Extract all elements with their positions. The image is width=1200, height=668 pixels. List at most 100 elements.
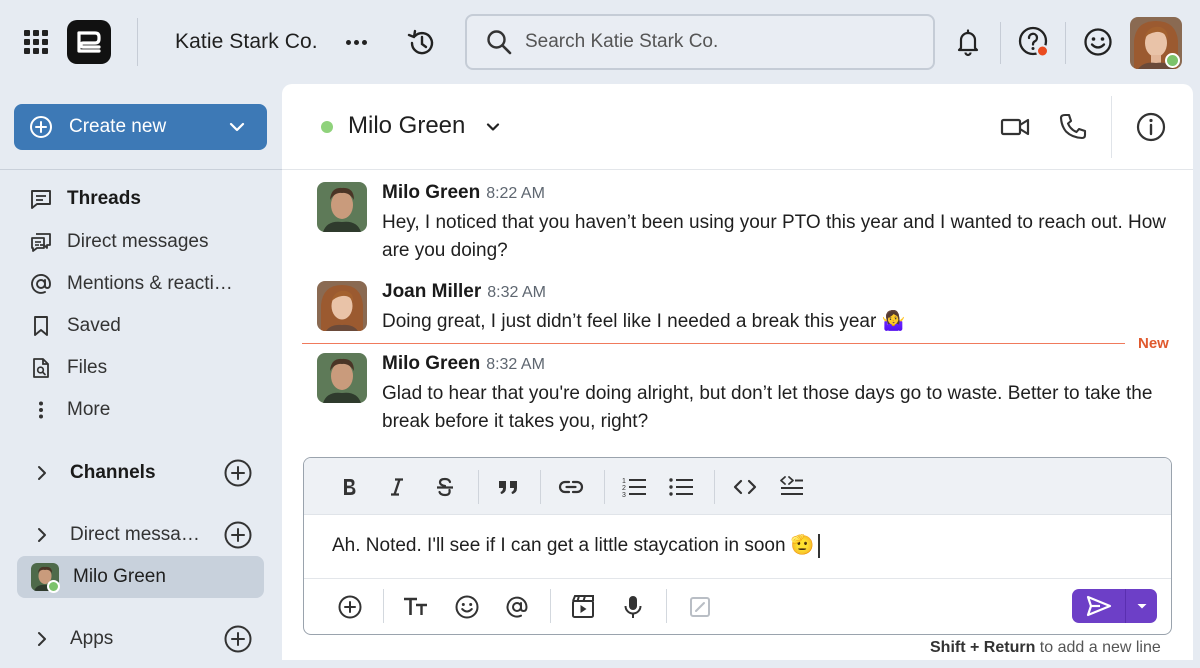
text-format-icon[interactable]: [401, 592, 431, 622]
divider: [1065, 22, 1066, 64]
attach-plus-icon[interactable]: [335, 592, 365, 622]
sidebar-item-label: Saved: [67, 315, 121, 336]
send-button[interactable]: [1072, 589, 1157, 623]
message-author[interactable]: Joan Miller 8:32 AM: [382, 281, 546, 303]
toolbar-separator: [478, 470, 479, 504]
toolbar-separator: [714, 470, 715, 504]
sidebar-section-channels: Channels: [28, 456, 268, 490]
new-messages-divider: [302, 343, 1125, 344]
sidebar-item-mentions[interactable]: Mentions & reacti…: [28, 267, 268, 301]
message-author[interactable]: Milo Green 8:22 AM: [382, 182, 545, 204]
phone-icon[interactable]: [1056, 110, 1090, 144]
message-input[interactable]: Ah. Noted. I'll see if I can get a littl…: [332, 533, 820, 558]
message-timestamp: 8:32 AM: [486, 356, 545, 373]
direct-messages-section-label[interactable]: Direct messag…: [70, 524, 210, 546]
bold-icon[interactable]: [334, 472, 364, 502]
quote-icon[interactable]: [493, 472, 523, 502]
toolbar-separator: [383, 589, 384, 623]
workspace-more-icon[interactable]: [342, 28, 370, 56]
app-grid-icon[interactable]: [22, 28, 50, 56]
chevron-down-icon: [229, 122, 245, 132]
svg-text:2: 2: [622, 485, 626, 492]
user-status-dot: [1165, 53, 1180, 68]
new-messages-label: New: [1138, 335, 1169, 352]
help-icon[interactable]: [1016, 24, 1052, 60]
divider: [1111, 96, 1112, 158]
message-timestamp: 8:22 AM: [486, 185, 545, 202]
chat-panel: Milo Green Milo Green8:22 AM Hey, I not: [282, 84, 1193, 660]
message-timestamp: 8:32 AM: [487, 284, 546, 301]
formatting-toolbar: 123: [304, 458, 1171, 515]
workspace-name[interactable]: Katie Stark Co.: [175, 30, 318, 54]
link-icon[interactable]: [556, 472, 586, 502]
bullet-list-icon[interactable]: [666, 472, 696, 502]
sidebar-item-files[interactable]: Files: [28, 351, 268, 385]
info-icon[interactable]: [1134, 110, 1168, 144]
online-status-dot: [47, 580, 60, 593]
bookmark-icon: [28, 313, 54, 339]
toolbar-separator: [604, 470, 605, 504]
chat-title[interactable]: Milo Green: [348, 112, 465, 140]
avatar[interactable]: [317, 182, 367, 232]
add-app-icon[interactable]: [223, 624, 253, 654]
bell-icon[interactable]: [952, 26, 984, 58]
at-icon: [28, 271, 54, 297]
chevron-right-icon[interactable]: [28, 459, 56, 487]
message-text: Hey, I noticed that you haven’t been usi…: [382, 212, 1167, 261]
search-bar[interactable]: [465, 14, 935, 70]
toolbar-separator: [550, 589, 551, 623]
numbered-list-icon[interactable]: 123: [619, 472, 649, 502]
channels-label[interactable]: Channels: [70, 462, 156, 484]
add-channel-icon[interactable]: [223, 458, 253, 488]
send-icon[interactable]: [1072, 589, 1126, 623]
send-options-chevron-icon[interactable]: [1126, 589, 1157, 623]
search-input[interactable]: [525, 31, 905, 53]
toolbar-separator: [540, 470, 541, 504]
sidebar-item-label: Threads: [67, 188, 141, 209]
sidebar-divider: [0, 169, 282, 170]
sidebar-item-direct-messages[interactable]: Direct messages: [28, 225, 268, 259]
history-icon[interactable]: [404, 26, 438, 60]
italic-icon[interactable]: [382, 472, 412, 502]
svg-text:3: 3: [622, 492, 626, 499]
online-status-dot: [321, 121, 333, 133]
add-direct-message-icon[interactable]: [223, 520, 253, 550]
emoji-icon[interactable]: [452, 592, 482, 622]
direct-messages-icon: [28, 229, 54, 255]
avatar[interactable]: [317, 353, 367, 403]
create-new-button[interactable]: Create new: [14, 104, 267, 150]
message-item: Joan Miller 8:32 AM Doing great, I just d…: [317, 281, 1177, 337]
search-icon: [487, 30, 512, 55]
sidebar-item-label: More: [67, 399, 111, 420]
chevron-down-icon[interactable]: [483, 117, 503, 137]
sidebar-dm-milo-green[interactable]: Milo Green: [17, 556, 264, 598]
more-vertical-icon: [28, 397, 54, 423]
avatar: [31, 563, 60, 593]
message-item: Milo Green 8:32 AM Glad to hear that you'…: [317, 353, 1177, 437]
microphone-icon[interactable]: [618, 592, 648, 622]
file-search-icon: [28, 355, 54, 381]
code-block-icon[interactable]: [777, 472, 807, 502]
sidebar-dm-label: Milo Green: [73, 566, 166, 587]
slash-command-icon[interactable]: [685, 592, 715, 622]
top-bar: Katie Stark Co.: [0, 0, 1200, 84]
message-text: Doing great, I just didn’t feel like I n…: [382, 311, 906, 332]
mention-icon[interactable]: [502, 592, 532, 622]
sidebar-item-label: Files: [67, 357, 108, 378]
message-author[interactable]: Milo Green 8:32 AM: [382, 353, 545, 375]
sidebar-item-saved[interactable]: Saved: [28, 309, 268, 343]
avatar[interactable]: [317, 281, 367, 331]
apps-label[interactable]: Apps: [70, 628, 113, 650]
video-call-icon[interactable]: [998, 110, 1032, 144]
app-logo[interactable]: [67, 20, 111, 64]
sidebar-item-more[interactable]: More: [28, 393, 268, 427]
chevron-right-icon[interactable]: [28, 625, 56, 653]
code-icon[interactable]: [730, 472, 760, 502]
chevron-right-icon[interactable]: [28, 521, 56, 549]
message-composer[interactable]: 123 Ah. Noted. I'll see if I can get a l…: [303, 457, 1172, 635]
emoji-status-icon[interactable]: [1082, 26, 1114, 58]
sidebar-item-threads[interactable]: Threads: [28, 182, 268, 216]
strikethrough-icon[interactable]: [430, 472, 460, 502]
gif-clapper-icon[interactable]: [568, 592, 598, 622]
chat-header: Milo Green: [282, 84, 1193, 170]
